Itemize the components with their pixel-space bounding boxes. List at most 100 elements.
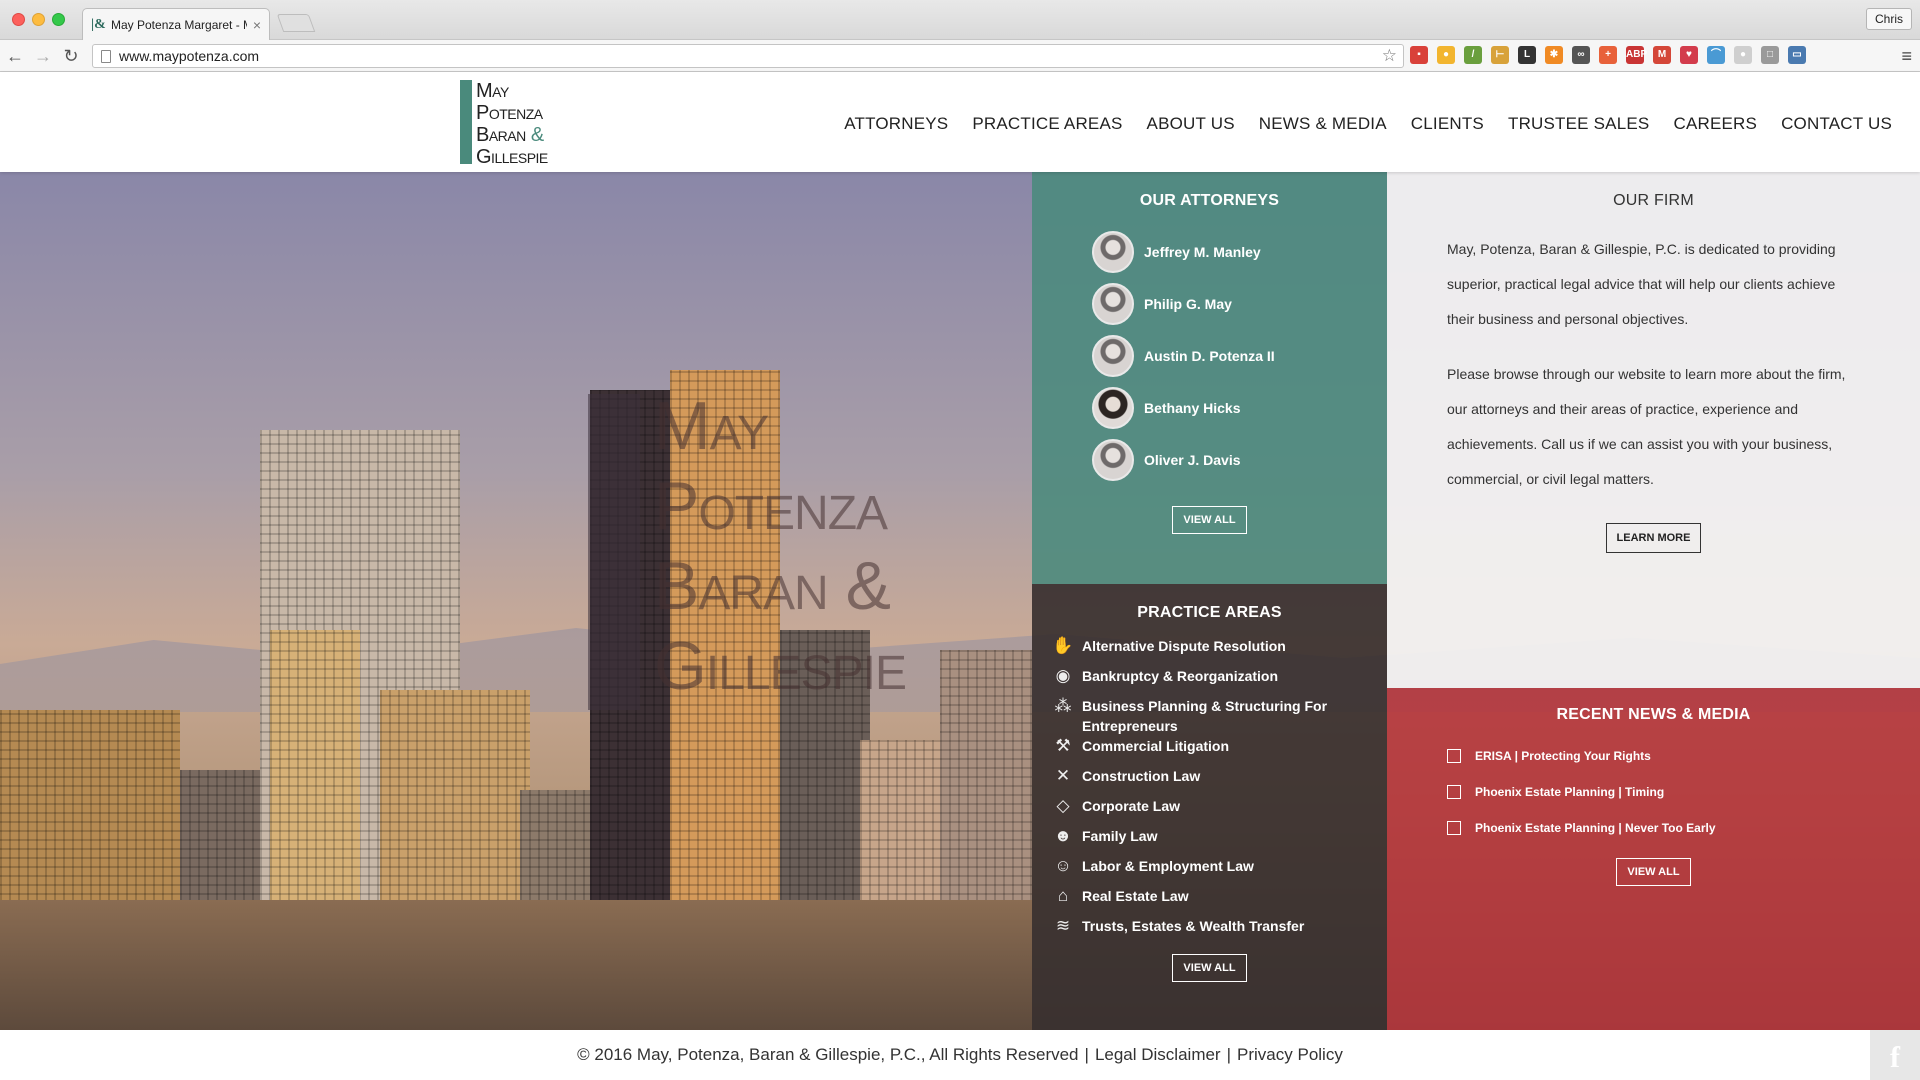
practice-item[interactable]: ⚒ Commercial Litigation [1052, 736, 1367, 766]
attorney-item[interactable]: Oliver J. Davis [1092, 434, 1387, 486]
news-item[interactable]: Phoenix Estate Planning | Timing [1447, 774, 1920, 810]
ext-grey-square-icon[interactable]: □ [1761, 46, 1779, 64]
news-item[interactable]: Phoenix Estate Planning | Never Too Earl… [1447, 810, 1920, 846]
practice-item[interactable]: ✕ Construction Law [1052, 766, 1367, 796]
news-link[interactable]: ERISA | Protecting Your Rights [1475, 749, 1651, 763]
news-title: RECENT NEWS & MEDIA [1556, 706, 1751, 723]
ext-screen-icon[interactable]: ▭ [1788, 46, 1806, 64]
nav-attorneys[interactable]: ATTORNEYS [844, 114, 948, 134]
window-zoom-button[interactable] [52, 13, 65, 26]
news-link[interactable]: Phoenix Estate Planning | Never Too Earl… [1475, 821, 1716, 835]
profile-button[interactable]: Chris [1865, 8, 1912, 30]
practice-label[interactable]: Construction Law [1082, 766, 1200, 786]
nav-trustee-sales[interactable]: TRUSTEE SALES [1508, 114, 1649, 134]
attorney-item[interactable]: Bethany Hicks [1092, 382, 1387, 434]
news-link[interactable]: Phoenix Estate Planning | Timing [1475, 785, 1664, 799]
site-logo[interactable]: May Potenza Baran & Gillespie [460, 80, 548, 168]
ext-pocket-icon[interactable]: ♥ [1680, 46, 1698, 64]
hero-logo-line: May [654, 388, 769, 464]
practice-item[interactable]: ✋ Alternative Dispute Resolution [1052, 636, 1367, 666]
url-text[interactable]: www.maypotenza.com [119, 48, 1374, 64]
practice-item[interactable]: ◉ Bankruptcy & Reorganization [1052, 666, 1367, 696]
new-tab-button[interactable] [276, 14, 316, 32]
back-arrow-icon[interactable]: ← [4, 45, 26, 67]
ext-eyedropper-icon[interactable]: / [1464, 46, 1482, 64]
news-item[interactable]: ERISA | Protecting Your Rights [1447, 738, 1920, 774]
ext-abp-icon[interactable]: ABP [1626, 46, 1647, 64]
learn-more-button[interactable]: LEARN MORE [1605, 523, 1702, 553]
news-checkbox-icon [1447, 749, 1461, 763]
practice-item[interactable]: ⌂ Real Estate Law [1052, 886, 1367, 916]
bookmark-star-icon[interactable]: ☆ [1382, 46, 1397, 66]
ext-orange-icon[interactable]: ✱ [1545, 46, 1563, 64]
ext-yellow-icon[interactable]: ● [1437, 46, 1455, 64]
news-view-all-button[interactable]: VIEW ALL [1616, 858, 1691, 886]
attorney-item[interactable]: Austin D. Potenza II [1092, 330, 1387, 382]
browser-menu-icon[interactable]: ≡ [1901, 46, 1912, 67]
ext-l-icon[interactable]: L [1518, 46, 1536, 64]
browser-toolbar: ← → ↻ www.maypotenza.com ☆ ▪ ● / ⊢ L ✱ ∞ + ABP M ♥… [0, 40, 1920, 72]
tab-close-icon[interactable]: × [253, 17, 261, 33]
nav-careers[interactable]: CAREERS [1673, 114, 1757, 134]
practice-view-all-button[interactable]: VIEW ALL [1172, 954, 1247, 982]
attorney-name[interactable]: Bethany Hicks [1144, 400, 1240, 416]
attorneys-view-all-button[interactable]: VIEW ALL [1172, 506, 1247, 534]
site-favicon-icon: |& [91, 16, 106, 32]
practice-label[interactable]: Trusts, Estates & Wealth Transfer [1082, 916, 1304, 936]
forward-arrow-icon[interactable]: → [32, 45, 54, 67]
ext-plus-icon[interactable]: + [1599, 46, 1617, 64]
ext-signpost-icon[interactable]: ⊢ [1491, 46, 1509, 64]
ext-red-icon[interactable]: ▪ [1410, 46, 1428, 64]
browser-tab[interactable]: |& May Potenza Margaret - M × [82, 8, 270, 40]
nav-news-media[interactable]: NEWS & MEDIA [1259, 114, 1387, 134]
practice-label[interactable]: Bankruptcy & Reorganization [1082, 666, 1278, 686]
facebook-icon[interactable]: f [1870, 1030, 1920, 1080]
avatar [1092, 231, 1134, 273]
practice-label[interactable]: Commercial Litigation [1082, 736, 1229, 756]
reload-icon[interactable]: ↻ [60, 45, 82, 67]
practice-label[interactable]: Labor & Employment Law [1082, 856, 1254, 876]
practice-item[interactable]: ☺ Labor & Employment Law [1052, 856, 1367, 886]
window-minimize-button[interactable] [32, 13, 45, 26]
attorney-name[interactable]: Philip G. May [1144, 296, 1232, 312]
copyright-text: © 2016 May, Potenza, Baran & Gillespie, … [577, 1045, 1079, 1064]
logo-line: Potenza [476, 102, 543, 124]
practice-item[interactable]: ≋ Trusts, Estates & Wealth Transfer [1052, 916, 1367, 946]
attorney-item[interactable]: Philip G. May [1092, 278, 1387, 330]
attorney-name[interactable]: Oliver J. Davis [1144, 452, 1241, 468]
practice-item[interactable]: ⁂ Business Planning & Structuring For Ent… [1052, 696, 1367, 736]
nav-practice-areas[interactable]: PRACTICE AREAS [972, 114, 1122, 134]
practice-label[interactable]: Real Estate Law [1082, 886, 1189, 906]
main-nav: ATTORNEYS PRACTICE AREAS ABOUT US NEWS &… [844, 114, 1892, 134]
window-close-button[interactable] [12, 13, 25, 26]
address-bar[interactable]: www.maypotenza.com ☆ [92, 44, 1404, 68]
ext-glasses-icon[interactable]: ∞ [1572, 46, 1590, 64]
ext-rainbow-icon[interactable]: ⌒ [1707, 46, 1725, 64]
ext-gmail-icon[interactable]: M [1653, 46, 1671, 64]
attorneys-title: OUR ATTORNEYS [1139, 192, 1280, 209]
extension-tray: ▪ ● / ⊢ L ✱ ∞ + ABP M ♥ ⌒ ● □ ▭ [1410, 46, 1806, 64]
privacy-policy-link[interactable]: Privacy Policy [1237, 1045, 1343, 1065]
attorney-name[interactable]: Austin D. Potenza II [1144, 348, 1275, 364]
logo-bar [460, 80, 472, 164]
footer-separator: | [1226, 1045, 1232, 1064]
browser-titlebar: |& May Potenza Margaret - M × Chris [0, 0, 1920, 40]
lower-buildings [0, 900, 1032, 1030]
attorney-name[interactable]: Jeffrey M. Manley [1144, 244, 1261, 260]
attorney-item[interactable]: Jeffrey M. Manley [1092, 226, 1387, 278]
nav-about-us[interactable]: ABOUT US [1147, 114, 1235, 134]
ext-grey-circle-icon[interactable]: ● [1734, 46, 1752, 64]
nav-contact-us[interactable]: CONTACT US [1781, 114, 1892, 134]
worker-icon: ☺ [1054, 856, 1072, 875]
nav-clients[interactable]: CLIENTS [1411, 114, 1484, 134]
practice-label[interactable]: Business Planning & Structuring For Entr… [1082, 696, 1367, 736]
practice-label[interactable]: Alternative Dispute Resolution [1082, 636, 1286, 656]
practice-item[interactable]: ☻ Family Law [1052, 826, 1367, 856]
tools-icon: ✕ [1055, 766, 1071, 785]
avatar [1092, 439, 1134, 481]
legal-disclaimer-link[interactable]: Legal Disclaimer [1095, 1045, 1221, 1065]
practice-item[interactable]: ◇ Corporate Law [1052, 796, 1367, 826]
our-firm-title: OUR FIRM [1613, 192, 1694, 209]
practice-label[interactable]: Corporate Law [1082, 796, 1180, 816]
practice-label[interactable]: Family Law [1082, 826, 1157, 846]
